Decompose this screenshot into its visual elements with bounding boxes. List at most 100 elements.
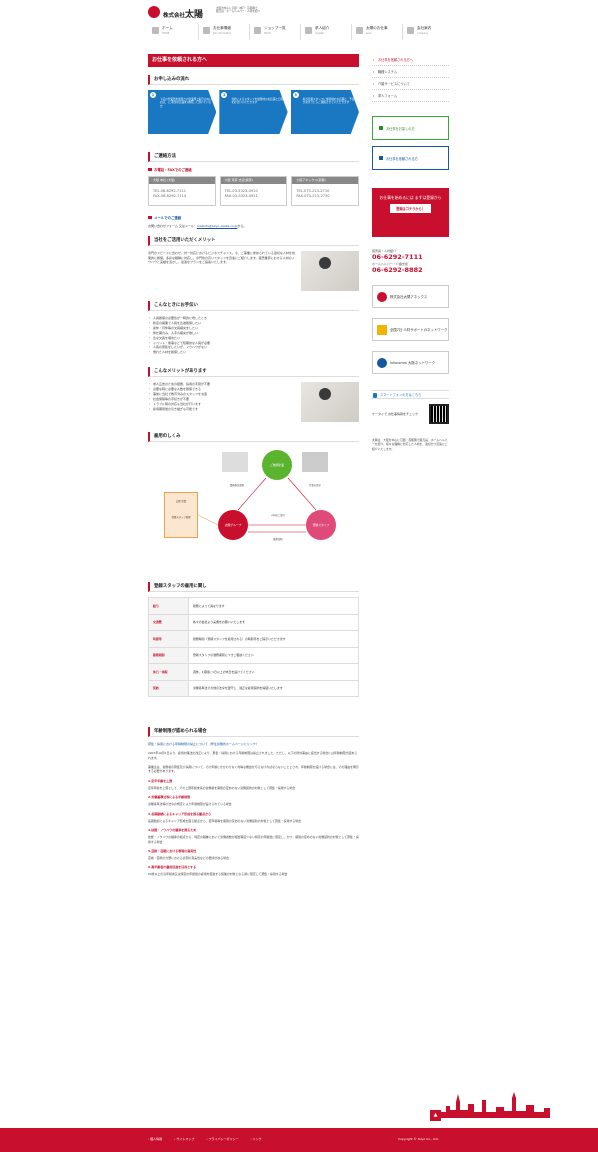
nav-register[interactable]: 求人紹介 register (300, 24, 351, 40)
merit-text: 専門のスピードに合わせ、対一対応におけるビジネスチャンス。今、ご事業に求められて… (148, 251, 295, 265)
global-nav: ホーム HOME お仕事情報 job information ショップ一覧 SHOP … (148, 24, 453, 40)
mail-suffix: から。 (237, 224, 247, 228)
footer-link-links[interactable]: リンク (250, 1137, 262, 1141)
condition-key: 契約 (148, 679, 189, 698)
tel2-number[interactable]: 06-6292-8882 (372, 266, 449, 275)
section-title-flow: お申し込みの流れ (148, 75, 359, 85)
copyright: Copyright © Taiyo Co., Ltd. (398, 1137, 439, 1141)
section-title-merit: 当社をご活用いただくメリット (148, 236, 359, 246)
table-row: 交通費 各々の会社より実費をお願いいたします (148, 613, 359, 632)
mail-text: お問い合わせフォーム 又はメール： (148, 224, 197, 228)
mhlw-link[interactable]: 募集・採用における年齢制限の禁止について（厚生労働省ホームページにリンク） (148, 742, 359, 746)
office-fax: FAX.075-213-2730 (296, 194, 330, 198)
article-paragraph: 労働基準法等の法令の規定により年齢制限が設けられている場合 (148, 802, 232, 807)
nav-job-info[interactable]: お仕事情報 job information (198, 24, 249, 40)
office-fax: FAX.03-5323-0911 (224, 194, 258, 198)
article-paragraph: 60歳以上の高年齢者又は特定の年齢層の雇用を促進する施策の対象となる者に限定して… (148, 872, 288, 877)
step-text: 担当営業スタッフに最寄地のお店舗と、予定が決まったらご連絡させていただきます (302, 98, 355, 105)
office-card: 大阪アネックス(京都) TEL.075-213-2710 FAX.075-213-2… (291, 176, 360, 206)
nav-label: お仕事情報 (213, 26, 231, 30)
step-text: 当社によるスタッフを最寄地のお店舗と日程をお合いいただきます (231, 98, 284, 105)
condition-value: 週休、1週間に1日以上の休日を設けてください (188, 663, 359, 681)
flow-step: 3 担当営業スタッフに最寄地のお店舗と、予定が決まったらご連絡させていただきます (290, 90, 359, 134)
find-job-label: お仕事をお探しの方 (386, 126, 415, 131)
condition-value: 勤務時間（登録スタッフを雇用される）の時間帯をご提示いただきます (188, 630, 359, 648)
qr-code-icon (429, 404, 449, 424)
article-heading: 1.定年年齢を上限 (148, 778, 173, 783)
merit-row: 専門のスピードに合わせ、対一対応におけるビジネスチャンス。今、ご事業に求められて… (148, 251, 359, 291)
sidebar-item-care[interactable]: 介護サービスについて (372, 78, 449, 90)
nav-label: ショップ一覧 (264, 26, 286, 30)
register-button[interactable]: 登録はコチラから！ (390, 204, 431, 213)
section-title-conditions: 登録スタッフの雇用に関し (148, 582, 359, 593)
nav-work[interactable]: 太陽のお仕事 work (351, 24, 402, 40)
office-name: 大阪アネックス(京都) (292, 177, 359, 184)
section-title-when: こんなときにお手伝い (148, 301, 359, 311)
employment-diagram: ご依頼企業 太陽グループ 登録スタッフ 太陽 営業 登録スタッフ管理 業務委託契… (148, 450, 359, 568)
main-content: お仕事を依頼される方へ お申し込みの流れ 1 下記の営業所を最寄りの営業所と取引の… (148, 54, 360, 882)
article-heading: 4.技能・ノウハウの継承を図るため (148, 828, 197, 833)
condition-key: 休日・休暇 (148, 663, 189, 681)
step-number: 3 (292, 92, 299, 98)
footer-link-privacy[interactable]: 個人情報 (148, 1137, 162, 1141)
nav-label: ホーム (162, 26, 173, 30)
office-card: 大阪 東京 支店(関東) TEL.03-5323-0910 FAX.03-5323-… (219, 176, 288, 206)
network-banner[interactable]: 全国7社 人材サポートのネットワーク (372, 318, 449, 341)
skyline-icon (440, 1092, 550, 1118)
office-card: 大阪 本社 (大阪) TEL.06-6292-7111 FAX.06-6292-71… (148, 176, 216, 206)
document-icon (203, 27, 210, 34)
section-title-age: 年齢制限が認められる場合 (148, 727, 359, 738)
company-logo-text[interactable]: 株式会社太陽 (163, 7, 203, 20)
article-heading: 5.芸術・芸能における表現の真実性 (148, 848, 197, 853)
condition-key: 勤務期間 (148, 646, 189, 665)
nav-sublabel: work (366, 32, 372, 35)
building-icon (407, 27, 414, 34)
section-title-benefit: こんなメリットがあります (148, 367, 359, 378)
nav-shop[interactable]: ショップ一覧 SHOP (249, 24, 300, 40)
tel-block: 販売員・人材紹介 06-6292-7111 ホームヘルパー・介護支援 06-62… (372, 249, 449, 275)
nav-sublabel: register (315, 32, 325, 35)
age-article: 募集・採用における年齢制限の禁止について（厚生労働省ホームページにリンク） 20… (148, 742, 359, 876)
nav-company[interactable]: 会社案内 company (402, 24, 453, 40)
smartphone-title: スマートフォンの方はこちら (372, 390, 449, 399)
condition-value: 労働基準法その他の法令を遵守し、適正な雇用契約を締結いたします (188, 679, 359, 698)
article-heading: 6.高年齢者の雇用促進を目的とする (148, 865, 197, 870)
network-banner-label: 全国7社 人材サポートのネットワーク (390, 328, 448, 332)
condition-key: 交通費 (148, 613, 189, 632)
company-logo-icon[interactable] (148, 6, 160, 18)
article-paragraph: 事業主は、労働者の募集及び採用について、その年齢にかかわりなく均等な機会を与えな… (148, 765, 359, 774)
article-paragraph: 技能・ノウハウの継承の観点から、特定の職種において労働者数が相当程度少ない特定の… (148, 835, 359, 844)
nav-home[interactable]: ホーム HOME (148, 24, 198, 40)
nav-sublabel: company (417, 32, 429, 35)
sidebar-item-system[interactable]: 職種システム (372, 66, 449, 78)
sidebar-item-request[interactable]: お仕事を依頼される方へ (372, 54, 449, 66)
mail-link[interactable]: mailinfo@taiyo-osaka.co.jp (197, 224, 238, 228)
footer: 個人情報 サイトマップ プライバシーポリシー リンク Copyright © T… (0, 1128, 598, 1152)
article-heading: 3.長期勤続によるキャリア形成を図る観点から (148, 811, 212, 816)
list-item: 雇用期間後の引き継ぎも可能です (148, 407, 295, 412)
diagram-arrows (197, 478, 317, 533)
annex-banner[interactable]: 株式会社太陽アネックス (372, 285, 449, 308)
infocomm-banner[interactable]: Infocomm 大阪ネットワーク (372, 351, 449, 374)
footer-link-sitemap[interactable]: サイトマップ (174, 1137, 194, 1141)
sidebar-company-text: 太陽は、大阪を中心に京都・首都圏で販売員、ホームヘルパーを紹介。様々な職種に対応… (372, 438, 448, 451)
annex-banner-label: 株式会社太陽アネックス (390, 295, 428, 299)
office-list: 大阪 本社 (大阪) TEL.06-6292-7111 FAX.06-6292-71… (148, 176, 360, 206)
footer-link-policy[interactable]: プライバシーポリシー (206, 1137, 239, 1141)
sidebar-item-form[interactable]: 求人フォーム (372, 90, 449, 102)
briefcase-icon (356, 27, 363, 34)
request-job-button[interactable]: お仕事を依頼される方 (372, 146, 449, 170)
footer-nav: 個人情報 サイトマップ プライバシーポリシー リンク (148, 1137, 262, 1141)
find-job-button[interactable]: お仕事をお探しの方 (372, 116, 449, 140)
staff-photo (301, 382, 359, 423)
infocomm-banner-label: Infocomm 大阪ネットワーク (390, 361, 436, 365)
benefit-row: 求人広告のための経費、採用の手間が不要 必要な時に必要な人数を確保できる 事前に… (148, 382, 359, 423)
page-title: お仕事を依頼される方へ (148, 54, 359, 67)
condition-value: 登録スタッフの勤務期間につきご相談ください (188, 646, 359, 665)
when-list: 人員確保の必要性が一時的に増したとき 新店の開業で人員を急遽確保したい 産休・育… (148, 316, 359, 355)
page-top-button[interactable]: ▲ (430, 1110, 441, 1121)
benefit-list: 求人広告のための経費、採用の手間が不要 必要な時に必要な人数を確保できる 事前に… (148, 382, 295, 422)
condition-value: 勤務によって異なります (188, 597, 359, 615)
tel1-number[interactable]: 06-6292-7111 (372, 253, 449, 262)
condition-key: 時間帯 (148, 630, 189, 648)
